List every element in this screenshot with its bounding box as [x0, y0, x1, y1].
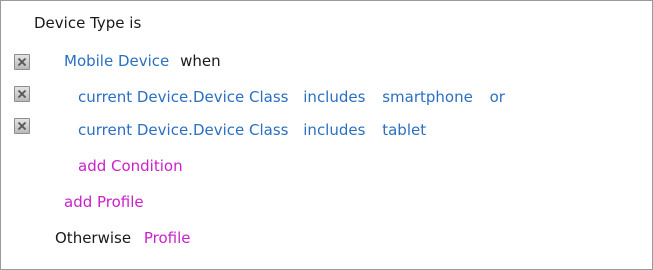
remove-condition-button[interactable] — [14, 86, 30, 102]
add-profile-label: add Profile — [64, 193, 144, 211]
close-icon — [17, 121, 27, 131]
otherwise-profile-link[interactable]: Profile — [144, 229, 191, 247]
case-profile-link[interactable]: Mobile Device — [64, 52, 169, 70]
rule-header-label: Device Type is — [34, 14, 142, 32]
condition-row: current Device.Device Class includes sma… — [78, 88, 505, 106]
case-when-label: when — [180, 52, 221, 70]
add-profile-link[interactable]: add Profile — [64, 193, 144, 211]
rule-header: Device Type is — [34, 14, 141, 32]
remove-condition-button[interactable] — [14, 118, 30, 134]
otherwise-row: Otherwise Profile — [55, 229, 191, 247]
otherwise-label: Otherwise — [55, 229, 132, 247]
case-row: Mobile Device when — [64, 52, 221, 70]
condition-operator-link[interactable]: includes — [303, 88, 365, 106]
add-condition-link[interactable]: add Condition — [78, 157, 183, 175]
close-icon — [17, 57, 27, 67]
condition-value-link[interactable]: smartphone — [382, 88, 473, 106]
close-icon — [17, 89, 27, 99]
condition-row: current Device.Device Class includes tab… — [78, 121, 426, 139]
remove-case-button[interactable] — [14, 54, 30, 70]
condition-operator-link[interactable]: includes — [303, 121, 365, 139]
condition-subject-link[interactable]: current Device.Device Class — [78, 121, 288, 139]
condition-value-link[interactable]: tablet — [382, 121, 426, 139]
condition-subject-link[interactable]: current Device.Device Class — [78, 88, 288, 106]
condition-joiner-link[interactable]: or — [490, 88, 505, 106]
add-condition-label: add Condition — [78, 157, 183, 175]
